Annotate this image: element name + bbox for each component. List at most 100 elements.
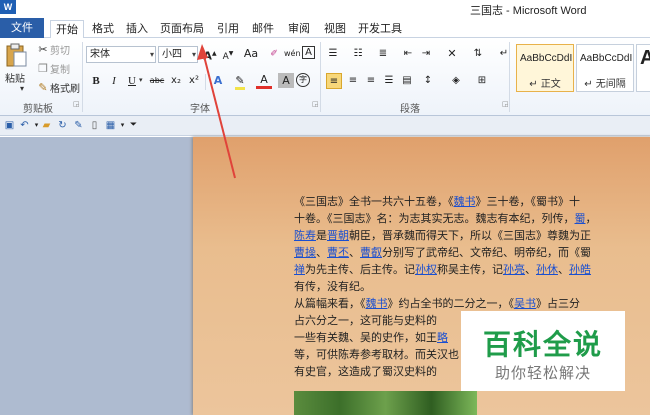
document-line: 一些有关魏、吴的史作，如王略 bbox=[294, 329, 448, 346]
align-center-button[interactable]: ≡ bbox=[345, 73, 361, 89]
underline-dropdown-icon[interactable]: ▾ bbox=[139, 76, 143, 84]
open-folder-icon[interactable]: ▰ bbox=[40, 119, 53, 132]
outdent-icon: ⇤ bbox=[403, 48, 413, 59]
font-size-select[interactable]: 小四 ▾ bbox=[158, 46, 198, 63]
text-effects-button[interactable]: A bbox=[210, 73, 226, 89]
align-left-button[interactable]: ≡ bbox=[326, 73, 342, 89]
clipboard-launcher-icon[interactable]: ◲ bbox=[73, 100, 80, 108]
grow-font-icon: A bbox=[203, 49, 212, 63]
font-launcher-icon[interactable]: ◲ bbox=[312, 100, 319, 108]
hyperlink[interactable]: 禅 bbox=[294, 263, 305, 276]
subscript-button[interactable]: x₂ bbox=[168, 73, 184, 89]
document-line: 《三国志》全书一共六十五卷，《魏书》三十卷，《蜀书》十 bbox=[294, 193, 580, 210]
line-spacing-button[interactable]: ↕ bbox=[420, 73, 436, 89]
hyperlink[interactable]: 孙休 bbox=[536, 263, 558, 276]
format-painter-label: 格式刷 bbox=[50, 84, 80, 95]
increase-indent-button[interactable]: ⇥ bbox=[418, 46, 434, 62]
enclose-char-button[interactable]: 字 bbox=[296, 73, 310, 87]
underline-button[interactable]: U bbox=[124, 73, 140, 89]
clear-format-button[interactable]: ✐ bbox=[266, 46, 282, 62]
customize-toolbar-icon[interactable]: ⏷ bbox=[127, 119, 140, 132]
paste-label[interactable]: 粘贴 bbox=[5, 70, 25, 85]
tab-mailings[interactable]: 邮件 bbox=[248, 20, 278, 38]
tab-insert[interactable]: 插入 bbox=[122, 20, 152, 38]
highlighter-icon: ✎ bbox=[235, 74, 245, 90]
tab-page-layout[interactable]: 页面布局 bbox=[158, 20, 206, 38]
group-label-clipboard: 剪贴板 bbox=[23, 104, 53, 115]
new-document-icon[interactable]: ▯ bbox=[88, 119, 101, 132]
phonetic-guide-button[interactable]: wén bbox=[284, 46, 301, 62]
change-case-button[interactable]: Aa bbox=[240, 46, 262, 62]
copy-icon: ❐ bbox=[38, 61, 48, 75]
ribbon-tabs: 文件 开始 格式 插入 页面布局 引用 邮件 审阅 视图 开发工具 bbox=[0, 18, 650, 39]
hyperlink[interactable]: 蜀 bbox=[575, 212, 586, 225]
hyperlink[interactable]: 曹丕 bbox=[327, 246, 349, 259]
justify-button[interactable]: ☰ bbox=[381, 73, 397, 89]
paste-button[interactable] bbox=[4, 42, 28, 70]
hyperlink[interactable]: 魏书 bbox=[454, 195, 476, 208]
font-name-select[interactable]: 宋体 ▾ bbox=[86, 46, 156, 63]
document-line: 曹操、曹丕、曹叡分别写了武帝纪、文帝纪、明帝纪，而《蜀 bbox=[294, 244, 591, 261]
grow-font-button[interactable]: A▲ bbox=[202, 46, 218, 63]
shrink-font-button[interactable]: A▼ bbox=[220, 46, 236, 62]
paragraph-launcher-icon[interactable]: ◲ bbox=[502, 100, 509, 108]
hyperlink[interactable]: 吴书 bbox=[514, 297, 536, 310]
sort-button[interactable]: ⇅ bbox=[470, 46, 486, 62]
shading-button[interactable]: ◈ bbox=[448, 73, 464, 89]
show-marks-button[interactable]: ↵ bbox=[496, 46, 512, 62]
numbering-button[interactable]: ☷ bbox=[350, 46, 366, 62]
tab-references[interactable]: 引用 bbox=[213, 20, 243, 38]
paint-bucket-icon: ◈ bbox=[452, 75, 460, 86]
tab-review[interactable]: 审阅 bbox=[284, 20, 314, 38]
group-label-paragraph: 段落 bbox=[400, 104, 420, 115]
text-run: 汉也 bbox=[437, 348, 459, 361]
distributed-button[interactable]: ▤ bbox=[399, 73, 415, 89]
paste-dropdown-icon[interactable]: ▾ bbox=[20, 84, 24, 93]
tab-view[interactable]: 视图 bbox=[320, 20, 350, 38]
font-color-button[interactable]: A bbox=[256, 73, 272, 89]
separator bbox=[82, 42, 83, 112]
bullet-list-icon: ☰ bbox=[328, 48, 338, 59]
hyperlink[interactable]: 晋朝 bbox=[327, 229, 349, 242]
tab-file[interactable]: 文件 bbox=[0, 18, 44, 38]
style-normal[interactable]: AaBbCcDdI ↵ 正文 bbox=[516, 44, 574, 92]
multilevel-list-button[interactable]: ≣ bbox=[375, 46, 391, 62]
format-painter-button[interactable]: ✎ 格式刷 bbox=[36, 80, 80, 96]
cut-button[interactable]: ✂ 剪切 bbox=[36, 42, 70, 58]
highlight-button[interactable]: ✎ bbox=[232, 73, 248, 90]
tab-home[interactable]: 开始 bbox=[50, 20, 84, 39]
redo-icon[interactable]: ↻ bbox=[56, 119, 69, 132]
edit-icon[interactable]: ✎ bbox=[72, 119, 85, 132]
hyperlink[interactable]: 孙权 bbox=[415, 263, 437, 276]
italic-button[interactable]: I bbox=[106, 73, 122, 89]
hyperlink[interactable]: 魏书 bbox=[366, 297, 388, 310]
style-heading[interactable]: A bbox=[636, 44, 650, 92]
text-run: 朝臣，晋承魏而得天下，所以《三国志》尊魏为正 bbox=[349, 229, 591, 242]
document-line: 十卷。《三国志》名：为志其实无志。魏志有本纪，列传，蜀， bbox=[294, 210, 597, 227]
copy-button[interactable]: ❐ 复制 bbox=[36, 61, 70, 77]
word-logo-icon[interactable]: W bbox=[0, 0, 16, 14]
hyperlink[interactable]: 曹操 bbox=[294, 246, 316, 259]
superscript-button[interactable]: x² bbox=[186, 73, 202, 89]
borders-button[interactable]: ⊞ bbox=[474, 73, 490, 89]
style-no-spacing[interactable]: AaBbCcDdI ↵ 无间隔 bbox=[576, 44, 634, 92]
hyperlink[interactable]: 孙皓 bbox=[569, 263, 591, 276]
hyperlink[interactable]: 曹叡 bbox=[360, 246, 382, 259]
tab-format[interactable]: 格式 bbox=[88, 20, 118, 38]
hyperlink[interactable]: 陈寿 bbox=[294, 229, 316, 242]
bullets-button[interactable]: ☰ bbox=[325, 46, 341, 62]
decrease-indent-button[interactable]: ⇤ bbox=[400, 46, 416, 62]
hyperlink[interactable]: 略 bbox=[437, 331, 448, 344]
chinese-layout-button[interactable]: ✕ bbox=[444, 46, 460, 62]
watermark: 百科全说 助你轻松解决 bbox=[461, 311, 625, 391]
save-icon[interactable]: ▣ bbox=[3, 119, 16, 132]
char-border-button[interactable]: A bbox=[302, 46, 315, 59]
bold-button[interactable]: B bbox=[88, 73, 104, 89]
cut-label: 剪切 bbox=[50, 46, 70, 57]
align-right-button[interactable]: ≡ bbox=[363, 73, 379, 89]
strikethrough-button[interactable]: abc bbox=[148, 73, 166, 89]
document-line: 等，可供陈寿参考取材。而关汉也 bbox=[294, 346, 459, 363]
tab-developer[interactable]: 开发工具 bbox=[356, 20, 404, 38]
char-shading-button[interactable]: A bbox=[278, 73, 294, 88]
hyperlink[interactable]: 孙亮 bbox=[503, 263, 525, 276]
